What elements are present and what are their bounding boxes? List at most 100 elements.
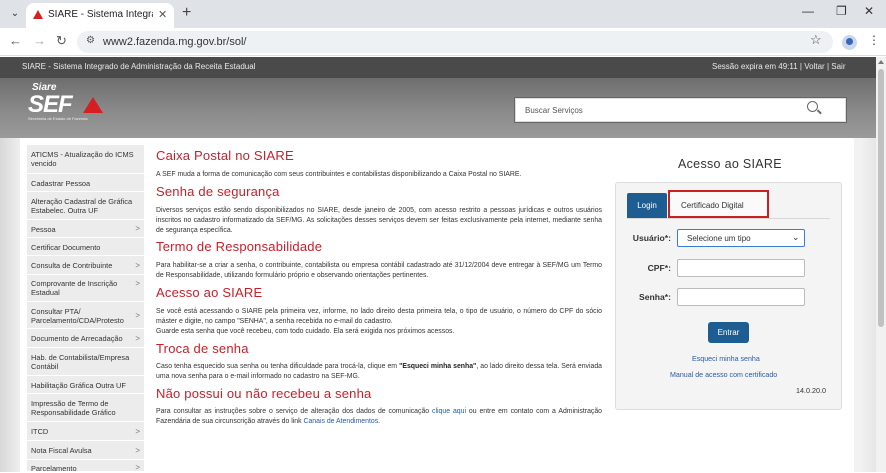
sidebar-item-label: Consultar PTA/ Parcelamento/CDA/Protesto xyxy=(31,307,124,325)
esqueci-minha-senha-emphasis: "Esqueci minha senha" xyxy=(399,363,477,370)
section-text-acesso: Se você está acessando o SIARE pela prim… xyxy=(156,308,602,325)
sidebar-item-label: Cadastrar Pessoa xyxy=(31,179,91,188)
section-text-termo: Para habilitar-se a criar a senha, o con… xyxy=(156,262,602,279)
sidebar-item-label: Hab. de Contabilista/Empresa Contábil xyxy=(31,353,130,371)
chevron-right-icon: > xyxy=(135,427,140,436)
sidebar-item-certificar-documento[interactable]: Certificar Documento xyxy=(27,238,144,256)
section-title-acesso: Acesso ao SIARE xyxy=(156,285,263,300)
scrollbar-thumb[interactable] xyxy=(878,69,884,327)
section-text-troca-senha: Caso tenha esquecido sua senha ou tenha … xyxy=(156,362,602,382)
sidebar-item-label: Impressão de Termo de Responsabilidade G… xyxy=(31,399,116,417)
tab-search-chevron-icon[interactable]: ⌄ xyxy=(6,5,24,23)
chevron-right-icon: > xyxy=(135,334,140,343)
section-text-acesso-2: Guarde esta senha que você recebeu, com … xyxy=(156,328,455,335)
logo-triangle-icon xyxy=(83,97,103,113)
site-title: SIARE - Sistema Integrado de Administraç… xyxy=(22,62,256,71)
sidebar-item-itcd[interactable]: ITCD > xyxy=(27,422,144,441)
sidebar-item-documento-arrecadacao[interactable]: Documento de Arrecadação > xyxy=(27,329,144,348)
sidebar-item-label: Certificar Documento xyxy=(31,243,101,252)
siare-favicon-icon xyxy=(33,10,43,19)
window-close-icon[interactable]: ✕ xyxy=(864,4,874,18)
browser-menu-icon[interactable]: ⋮ xyxy=(868,33,880,47)
cpf-input[interactable] xyxy=(677,259,805,277)
clique-aqui-link[interactable]: clique aqui xyxy=(432,408,466,415)
site-top-bar: SIARE - Sistema Integrado de Administraç… xyxy=(0,57,886,78)
page-scrollbar[interactable] xyxy=(876,57,886,472)
canais-atendimentos-link[interactable]: Canais de Atendimentos xyxy=(303,418,378,425)
sidebar-item-pessoa[interactable]: Pessoa > xyxy=(27,220,144,238)
session-links: Sessão expira em 49:11 | Voltar | Sair xyxy=(712,62,845,71)
profile-avatar-icon[interactable] xyxy=(842,35,857,50)
sidebar-item-label: Habilitação Gráfica Outra UF xyxy=(31,381,126,390)
tab-certificado-label: Certificado Digital xyxy=(681,201,744,210)
tab-title: SIARE - Sistema Integrado de Admini xyxy=(48,9,153,20)
voltar-link[interactable]: Voltar xyxy=(804,62,824,71)
search-services-input[interactable]: Buscar Serviços xyxy=(514,97,847,123)
close-tab-icon[interactable]: ✕ xyxy=(158,8,167,21)
tab-login[interactable]: Login xyxy=(627,193,667,218)
sidebar-item-cadastrar-pessoa[interactable]: Cadastrar Pessoa xyxy=(27,174,144,192)
senha-label: Senha*: xyxy=(639,292,671,302)
site-info-icon[interactable]: ⚙ xyxy=(86,35,95,46)
sidebar-item-hab-contabilista[interactable]: Hab. de Contabilista/Empresa Contábil xyxy=(27,348,144,376)
sidebar-item-alteracao-grafica[interactable]: Alteração Cadastral de Gráfica Estabelec… xyxy=(27,192,144,220)
chevron-right-icon: > xyxy=(135,446,140,455)
chevron-down-icon: ⌄ xyxy=(792,232,800,242)
sidebar-item-nota-fiscal-avulsa[interactable]: Nota Fiscal Avulsa > xyxy=(27,441,144,460)
sidebar-item-comprovante-inscricao[interactable]: Comprovante de Inscrição Estadual > xyxy=(27,275,144,302)
sidebar-item-parcelamento[interactable]: Parcelamento > xyxy=(27,460,144,473)
section-title-termo: Termo de Responsabilidade xyxy=(156,239,323,254)
address-bar[interactable]: ⚙ www2.fazenda.mg.gov.br/sol/ xyxy=(77,31,833,53)
sidebar-item-label: Alteração Cadastral de Gráfica Estabelec… xyxy=(31,197,133,215)
sidebar-item-label: ITCD xyxy=(31,427,49,436)
section-title-senha-seguranca: Senha de segurança xyxy=(156,184,280,199)
restore-icon[interactable]: ❐ xyxy=(836,4,847,18)
chevron-right-icon: > xyxy=(135,261,140,270)
search-icon[interactable] xyxy=(807,101,818,112)
sidebar-item-label: Pessoa xyxy=(31,225,56,234)
back-icon[interactable]: ← xyxy=(9,33,22,48)
siare-sef-logo[interactable]: Siare SEF Secretaria de Estado de Fazend… xyxy=(28,82,110,124)
entrar-button[interactable]: Entrar xyxy=(708,322,749,343)
sidebar-item-label: Documento de Arrecadação xyxy=(31,334,123,343)
cpf-label: CPF*: xyxy=(647,263,671,273)
minimize-icon[interactable]: — xyxy=(802,4,814,18)
sidebar-item-habilitacao-grafica[interactable]: Habilitação Gráfica Outra UF xyxy=(27,376,144,394)
sair-link[interactable]: Sair xyxy=(831,62,845,71)
scroll-up-icon[interactable] xyxy=(878,60,884,64)
bookmark-star-icon[interactable]: ☆ xyxy=(810,32,822,48)
sidebar-item-consultar-pta[interactable]: Consultar PTA/ Parcelamento/CDA/Protesto… xyxy=(27,302,144,329)
url-text[interactable]: www2.fazenda.mg.gov.br/sol/ xyxy=(103,36,246,48)
chevron-right-icon: > xyxy=(135,311,140,320)
search-placeholder: Buscar Serviços xyxy=(525,106,583,115)
section-text-nao-possui: Para consultar as instruções sobre o ser… xyxy=(156,407,602,427)
manual-certificado-link[interactable]: Manual de acesso com certificado xyxy=(670,371,777,379)
section-title-troca-senha: Troca de senha xyxy=(156,341,249,356)
sidebar-item-label: ATICMS - Atualização do ICMS vencido xyxy=(31,150,134,168)
tab-divider xyxy=(627,218,830,219)
browser-tab-bar: ⌄ SIARE - Sistema Integrado de Admini ✕ … xyxy=(0,0,886,28)
browser-tab[interactable]: SIARE - Sistema Integrado de Admini ✕ xyxy=(26,3,174,28)
forward-icon[interactable]: → xyxy=(33,33,46,48)
sidebar-item-impressao-termo[interactable]: Impressão de Termo de Responsabilidade G… xyxy=(27,394,144,422)
sidebar-item-consulta-contribuinte[interactable]: Consulta de Contribuinte > xyxy=(27,256,144,275)
text-part: . xyxy=(378,418,381,425)
usuario-label: Usuário*: xyxy=(632,233,671,243)
chevron-right-icon: > xyxy=(135,224,140,233)
esqueci-senha-link[interactable]: Esqueci minha senha xyxy=(692,355,760,363)
reload-icon[interactable]: ↻ xyxy=(56,33,67,49)
logo-sef-text: SEF xyxy=(28,91,73,118)
tab-certificado-digital[interactable]: Certificado Digital xyxy=(668,190,769,218)
text-part: Caso tenha esquecido sua senha ou tenha … xyxy=(156,363,400,370)
senha-input[interactable] xyxy=(677,288,805,306)
sidebar-item-aticms[interactable]: ATICMS - Atualização do ICMS vencido xyxy=(27,145,144,174)
section-title-caixa-postal: Caixa Postal no SIARE xyxy=(156,148,294,163)
session-timer: Sessão expira em 49:11 xyxy=(712,62,798,71)
version-label: 14.0.20.0 xyxy=(796,386,826,395)
sidebar-item-label: Comprovante de Inscrição Estadual xyxy=(31,279,118,297)
sidebar-item-label: Nota Fiscal Avulsa xyxy=(31,446,92,455)
usuario-select[interactable]: Selecione um tipo ⌄ xyxy=(677,229,805,247)
new-tab-icon[interactable]: + xyxy=(182,4,191,22)
address-toolbar: ← → ↻ ⚙ www2.fazenda.mg.gov.br/sol/ xyxy=(0,28,886,56)
section-title-nao-possui: Não possui ou não recebeu a senha xyxy=(156,386,372,401)
